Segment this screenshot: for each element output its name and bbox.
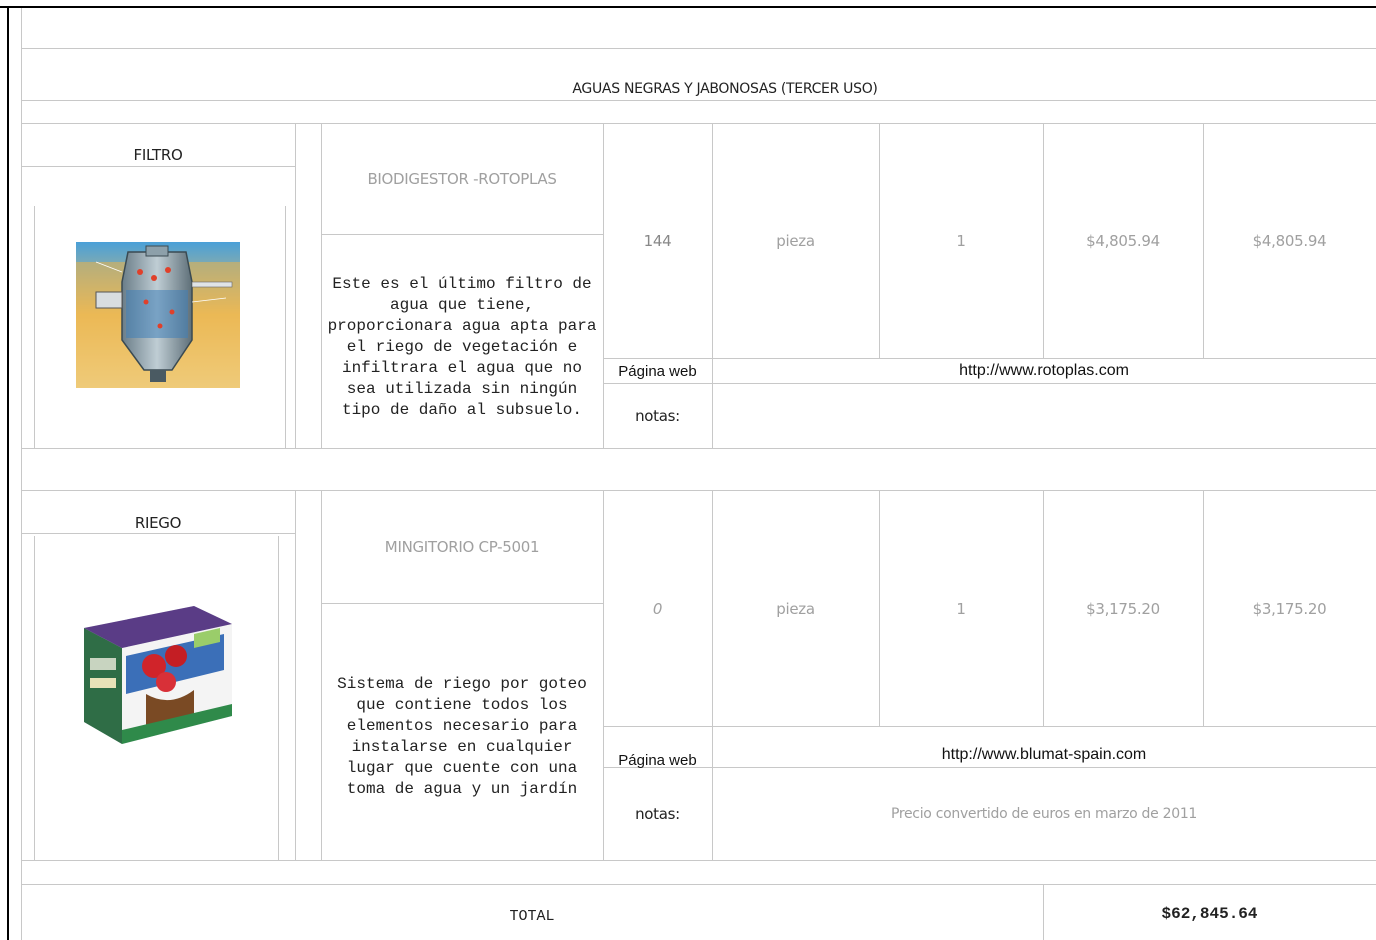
item-1-description: Este es el último filtro de agua que tie… [327, 275, 597, 419]
item-2-unit-price: $3,175.20 [1086, 599, 1160, 618]
item-2-total: $3,175.20 [1252, 599, 1327, 618]
biodigestor-image [76, 242, 240, 388]
item-1-notes [712, 384, 1376, 448]
item-2-description: Sistema de riego por goteo que contiene … [337, 675, 587, 798]
item-2-product: MINGITORIO CP-5001 [384, 537, 540, 556]
item-2-notes-label: notas: [635, 805, 680, 823]
page-border-top [0, 6, 1376, 8]
riego-kit-image [74, 598, 236, 748]
item-1-web-link[interactable]: http://www.rotoplas.com [712, 359, 1376, 383]
item-1-unit-price: $4,805.94 [1086, 232, 1160, 250]
item-1-quantity: 1 [956, 232, 966, 250]
item-2-quantity: 1 [956, 599, 966, 618]
item-1-web-label: Página web [618, 362, 697, 380]
item-1-unit: pieza [776, 232, 815, 250]
item-1-product: BIODIGESTOR -ROTOPLAS [367, 169, 557, 188]
item-2-unit: pieza [776, 599, 815, 618]
section-title: AGUAS NEGRAS Y JABONOSAS (TERCER USO) [572, 81, 878, 97]
item-2-code: 0 [652, 599, 663, 618]
item-2-category: RIEGO [134, 514, 182, 532]
item-1-code: 144 [643, 232, 672, 250]
item-2-notes: Precio convertido de euros en marzo de 2… [890, 806, 1198, 822]
page-border-left [7, 6, 9, 940]
item-1-total: $4,805.94 [1252, 232, 1327, 250]
item-1-category: FILTRO [133, 146, 183, 164]
total-label: TOTAL [509, 907, 555, 925]
total-value: $62,845.64 [1161, 904, 1258, 923]
item-1-notes-label: notas: [635, 407, 680, 425]
